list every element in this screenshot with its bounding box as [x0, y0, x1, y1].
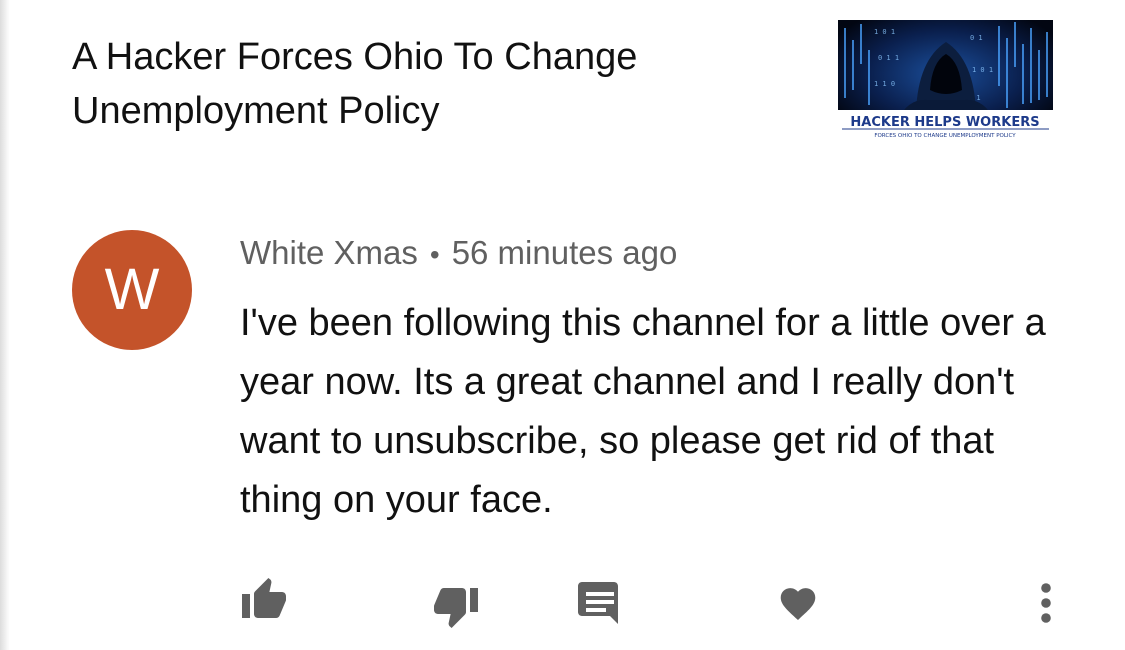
- reply-icon[interactable]: [578, 582, 622, 626]
- avatar[interactable]: W: [72, 230, 192, 350]
- svg-text:0 1 1: 0 1 1: [878, 54, 899, 62]
- meta-separator: •: [429, 239, 440, 270]
- video-thumbnail[interactable]: 1 0 1 0 1 1 1 1 0 0 1 1 0 1 1 1 HACKER H…: [838, 20, 1053, 140]
- comment-timestamp: 56 minutes ago: [451, 234, 678, 271]
- video-header[interactable]: A Hacker Forces Ohio To Change Unemploym…: [0, 0, 1125, 160]
- thumbnail-subline: FORCES OHIO TO CHANGE UNEMPLOYMENT POLIC…: [874, 133, 1016, 139]
- video-title[interactable]: A Hacker Forces Ohio To Change Unemploym…: [72, 30, 792, 138]
- comment: W White Xmas • 56 minutes ago I've been fo…: [0, 200, 1125, 650]
- comment-author[interactable]: White Xmas: [240, 234, 418, 271]
- svg-text:0 1: 0 1: [970, 34, 983, 42]
- comment-meta: White Xmas • 56 minutes ago: [240, 234, 677, 272]
- svg-text:1 1 0: 1 1 0: [874, 80, 895, 88]
- thumbs-down-icon[interactable]: [432, 584, 480, 630]
- svg-text:1 0 1: 1 0 1: [874, 28, 895, 36]
- thumbnail-headline: HACKER HELPS WORKERS: [850, 115, 1039, 130]
- thumbnail-image: 1 0 1 0 1 1 1 1 0 0 1 1 0 1 1 1 HACKER H…: [838, 20, 1053, 140]
- comment-text: I've been following this channel for a l…: [240, 302, 1046, 521]
- svg-text:1 0 1: 1 0 1: [972, 66, 993, 74]
- thumbs-up-icon[interactable]: [240, 576, 288, 622]
- heart-icon[interactable]: [777, 583, 819, 621]
- more-vert-icon[interactable]: [1038, 582, 1054, 624]
